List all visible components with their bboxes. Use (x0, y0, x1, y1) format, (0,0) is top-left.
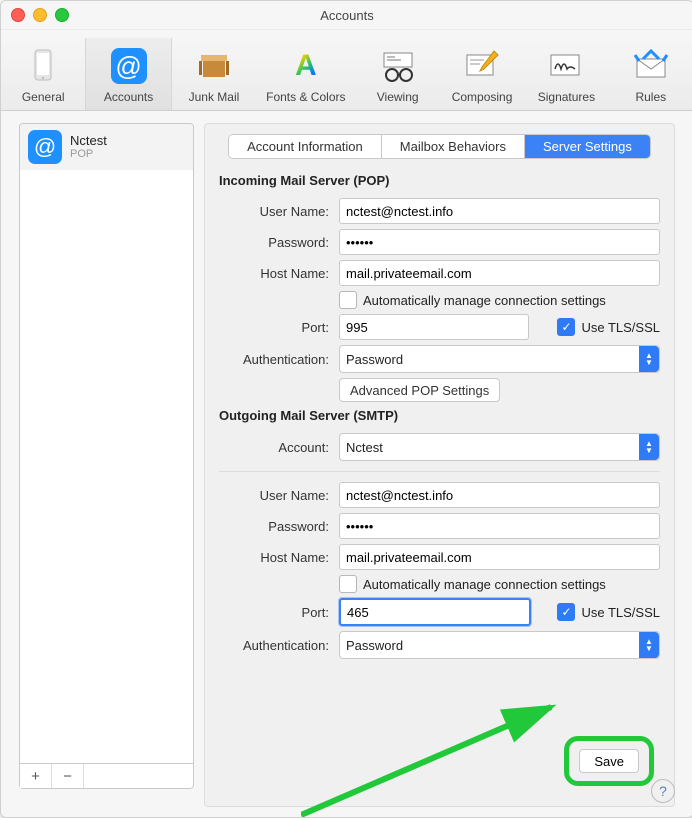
fonts-icon: A (256, 46, 355, 86)
incoming-tls-label: Use TLS/SSL (581, 320, 660, 335)
save-button[interactable]: Save (579, 749, 639, 773)
account-name: Nctest (70, 134, 107, 148)
outgoing-port-input[interactable] (339, 598, 531, 626)
auth-label: Authentication: (219, 352, 329, 367)
outgoing-account-select[interactable]: Nctest▲▼ (339, 433, 660, 461)
outgoing-host-input[interactable] (339, 544, 660, 570)
toolbar-label: Signatures (524, 90, 608, 104)
incoming-auto-label: Automatically manage connection settings (363, 293, 606, 308)
toolbar-label: General (1, 90, 85, 104)
incoming-auto-checkbox[interactable] (339, 291, 357, 309)
incoming-username-input[interactable] (339, 198, 660, 224)
incoming-host-input[interactable] (339, 260, 660, 286)
tab-account-info[interactable]: Account Information (229, 135, 382, 158)
help-button[interactable]: ? (651, 779, 675, 803)
password-label: Password: (219, 519, 329, 534)
tab-mailbox-behaviors[interactable]: Mailbox Behaviors (382, 135, 525, 158)
toolbar-junk[interactable]: Junk Mail (172, 38, 256, 110)
port-label: Port: (219, 320, 329, 335)
toolbar-label: Composing (440, 90, 524, 104)
outgoing-auto-label: Automatically manage connection settings (363, 577, 606, 592)
outgoing-auth-select[interactable]: Password▲▼ (339, 631, 660, 659)
outgoing-title: Outgoing Mail Server (SMTP) (219, 408, 660, 423)
incoming-auth-select[interactable]: Password▲▼ (339, 345, 660, 373)
tabs: Account Information Mailbox Behaviors Se… (228, 134, 651, 159)
incoming-port-input[interactable] (339, 314, 529, 340)
signature-icon (524, 46, 608, 86)
outgoing-tls-checkbox[interactable]: ✓ (557, 603, 575, 621)
trash-icon (172, 46, 256, 86)
pencil-icon (440, 46, 524, 86)
titlebar: Accounts (1, 1, 692, 30)
port-label: Port: (219, 605, 329, 620)
toolbar-signatures[interactable]: Signatures (524, 38, 608, 110)
phone-icon (1, 46, 85, 86)
window-title: Accounts (1, 8, 692, 23)
toolbar-general[interactable]: General (1, 38, 85, 110)
save-highlight: Save (564, 736, 654, 786)
account-type: POP (70, 148, 107, 160)
chevron-updown-icon: ▲▼ (639, 632, 659, 658)
toolbar-label: Junk Mail (172, 90, 256, 104)
toolbar-viewing[interactable]: Viewing (355, 38, 439, 110)
toolbar-fonts[interactable]: A Fonts & Colors (256, 38, 355, 110)
account-row[interactable]: @ Nctest POP (20, 124, 193, 170)
outgoing-username-input[interactable] (339, 482, 660, 508)
toolbar: General @ Accounts Junk Mail A Fonts & C… (1, 30, 692, 111)
at-icon: @ (86, 46, 170, 86)
accounts-list[interactable]: @ Nctest POP (19, 123, 194, 764)
incoming-password-input[interactable] (339, 229, 660, 255)
preferences-window: Accounts General @ Accounts Junk Mail A … (0, 0, 692, 818)
account-label: Account: (219, 440, 329, 455)
toolbar-label: Fonts & Colors (256, 90, 355, 104)
toolbar-label: Rules (609, 90, 692, 104)
password-label: Password: (219, 235, 329, 250)
list-footer: + − (19, 764, 194, 789)
rules-icon (609, 46, 692, 86)
auth-label: Authentication: (219, 638, 329, 653)
at-icon: @ (28, 130, 62, 164)
separator (219, 471, 660, 472)
settings-panel: Account Information Mailbox Behaviors Se… (204, 123, 675, 807)
accounts-sidebar: @ Nctest POP + − (19, 123, 194, 789)
username-label: User Name: (219, 204, 329, 219)
outgoing-tls-label: Use TLS/SSL (581, 605, 660, 620)
remove-account-button[interactable]: − (52, 764, 84, 788)
toolbar-rules[interactable]: Rules (609, 38, 692, 110)
host-label: Host Name: (219, 266, 329, 281)
chevron-updown-icon: ▲▼ (639, 434, 659, 460)
incoming-tls-checkbox[interactable]: ✓ (557, 318, 575, 336)
tab-server-settings[interactable]: Server Settings (525, 135, 650, 158)
outgoing-auto-checkbox[interactable] (339, 575, 357, 593)
add-account-button[interactable]: + (20, 764, 52, 788)
incoming-title: Incoming Mail Server (POP) (219, 173, 660, 188)
glasses-icon (355, 46, 439, 86)
host-label: Host Name: (219, 550, 329, 565)
toolbar-label: Viewing (355, 90, 439, 104)
chevron-updown-icon: ▲▼ (639, 346, 659, 372)
toolbar-composing[interactable]: Composing (440, 38, 524, 110)
toolbar-accounts[interactable]: @ Accounts (85, 38, 171, 110)
outgoing-password-input[interactable] (339, 513, 660, 539)
advanced-pop-button[interactable]: Advanced POP Settings (339, 378, 500, 402)
toolbar-label: Accounts (86, 90, 170, 104)
username-label: User Name: (219, 488, 329, 503)
